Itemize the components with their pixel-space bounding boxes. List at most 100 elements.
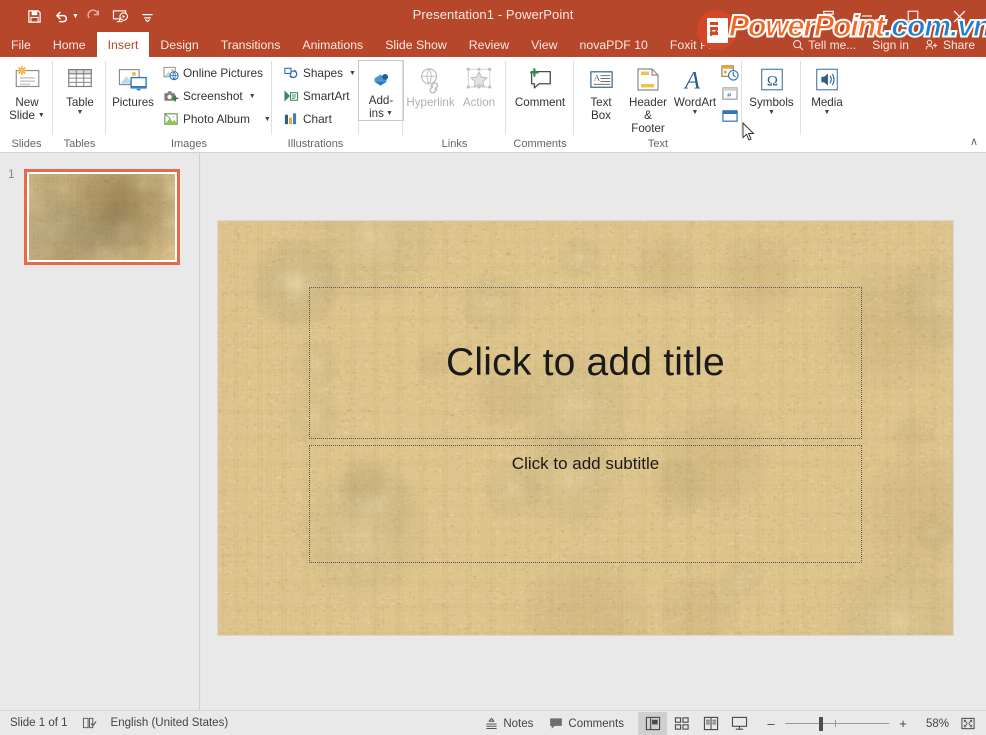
- new-slide-label-line1: New: [15, 96, 38, 109]
- text-box-icon: A: [588, 62, 615, 94]
- fit-slide-icon[interactable]: [956, 714, 980, 734]
- photo-album-caret-icon[interactable]: ▼: [264, 116, 271, 123]
- pictures-button[interactable]: Pictures: [110, 60, 156, 109]
- table-caret-icon[interactable]: ▼: [77, 109, 84, 116]
- comment-button[interactable]: Comment: [510, 60, 570, 109]
- thumbnail-item[interactable]: 1: [0, 165, 200, 265]
- tab-review[interactable]: Review: [458, 32, 520, 57]
- tab-view[interactable]: View: [520, 32, 568, 57]
- ribbon: New Slide ▼ Slides: [0, 57, 986, 153]
- object-icon: [721, 108, 739, 127]
- reading-view-button[interactable]: [696, 712, 725, 735]
- text-micro-commands: #: [719, 60, 741, 128]
- illustrations-commands: Shapes ▼ SmartArt: [278, 60, 360, 130]
- language-label[interactable]: English (United States): [111, 717, 229, 729]
- add-ins-button[interactable]: Add- ins ▼: [358, 60, 404, 121]
- action-icon: [465, 62, 493, 94]
- media-button[interactable]: Media ▼: [804, 60, 850, 116]
- wordart-label: WordArt: [674, 96, 716, 109]
- slide-editing-area[interactable]: Click to add title Click to add subtitle: [201, 153, 986, 710]
- slide-canvas[interactable]: Click to add title Click to add subtitle: [218, 221, 953, 635]
- slide-number-button[interactable]: #: [719, 85, 741, 106]
- screenshot-button[interactable]: Screenshot ▼: [158, 85, 275, 107]
- table-icon: [65, 62, 95, 94]
- tab-home[interactable]: Home: [42, 32, 97, 57]
- title-placeholder[interactable]: Click to add title: [309, 287, 862, 439]
- images-small-commands: Online Pictures Screenshot ▼: [158, 60, 275, 130]
- tab-transitions[interactable]: Transitions: [210, 32, 292, 57]
- object-button[interactable]: [719, 107, 741, 128]
- text-box-button[interactable]: A Text Box: [578, 60, 624, 122]
- minimize-button[interactable]: [844, 1, 890, 31]
- slide-thumbnail-pane[interactable]: 1: [0, 153, 200, 710]
- notes-button[interactable]: Notes: [477, 711, 541, 735]
- ribbon-group-slides: New Slide ▼ Slides: [0, 57, 53, 153]
- maximize-button[interactable]: [890, 1, 936, 31]
- spellcheck-icon[interactable]: [82, 716, 97, 730]
- wordart-button[interactable]: A WordArt ▼: [672, 60, 718, 116]
- slide-count-label[interactable]: Slide 1 of 1: [10, 717, 68, 729]
- new-slide-caret-icon[interactable]: ▼: [38, 112, 45, 119]
- tab-slide-show[interactable]: Slide Show: [374, 32, 458, 57]
- add-ins-label-line1: Add-: [369, 94, 394, 107]
- ribbon-group-media: Media ▼: [801, 57, 853, 153]
- add-ins-caret-icon[interactable]: ▼: [386, 110, 393, 117]
- group-label-text: Text: [574, 137, 742, 153]
- online-pictures-label: Online Pictures: [183, 66, 263, 80]
- status-bar: Slide 1 of 1 English (United States) Not…: [0, 710, 986, 735]
- wordart-icon: A: [682, 62, 709, 94]
- ribbon-display-options-icon[interactable]: [816, 5, 840, 27]
- text-box-label-line2: Box: [591, 109, 611, 122]
- group-label-links: Links: [403, 137, 506, 153]
- normal-view-button[interactable]: [638, 712, 667, 735]
- shapes-caret-icon[interactable]: ▼: [349, 70, 356, 77]
- table-button[interactable]: Table ▼: [57, 60, 103, 116]
- wordart-caret-icon[interactable]: ▼: [692, 109, 699, 116]
- add-ins-label-line2: ins: [369, 107, 384, 120]
- slide-sorter-view-button[interactable]: [667, 712, 696, 735]
- share-button[interactable]: Share: [918, 38, 982, 52]
- share-label: Share: [943, 38, 975, 52]
- group-label-illustrations: Illustrations: [272, 137, 359, 153]
- subtitle-placeholder[interactable]: Click to add subtitle: [309, 445, 862, 563]
- zoom-level-label[interactable]: 58%: [917, 718, 949, 730]
- screenshot-caret-icon[interactable]: ▼: [249, 93, 256, 100]
- tab-animations[interactable]: Animations: [291, 32, 374, 57]
- slideshow-view-button[interactable]: [725, 712, 754, 735]
- tell-me-box[interactable]: Tell me...: [785, 38, 863, 52]
- date-time-button[interactable]: [719, 63, 741, 84]
- symbols-caret-icon[interactable]: ▼: [768, 109, 775, 116]
- new-slide-button[interactable]: New Slide ▼: [4, 60, 50, 122]
- status-left: Slide 1 of 1 English (United States): [0, 716, 228, 730]
- sign-in-button[interactable]: Sign in: [865, 38, 916, 52]
- chart-button[interactable]: Chart: [278, 108, 360, 130]
- smartart-button[interactable]: SmartArt: [278, 85, 360, 107]
- tab-file[interactable]: File: [0, 32, 42, 57]
- zoom-slider-thumb[interactable]: [819, 717, 823, 731]
- shapes-button[interactable]: Shapes ▼: [278, 62, 360, 84]
- ribbon-group-illustrations: Shapes ▼ SmartArt: [272, 57, 359, 153]
- tab-insert[interactable]: Insert: [97, 32, 150, 57]
- photo-album-button[interactable]: Photo Album ▼: [158, 108, 275, 130]
- tab-design[interactable]: Design: [149, 32, 209, 57]
- pictures-label: Pictures: [112, 96, 154, 109]
- online-pictures-button[interactable]: Online Pictures: [158, 62, 275, 84]
- thumbnail-frame[interactable]: [24, 169, 180, 265]
- collapse-ribbon-button[interactable]: ∧: [970, 135, 978, 148]
- symbols-button[interactable]: Ω Symbols ▼: [746, 60, 797, 116]
- comments-button[interactable]: Comments: [541, 711, 632, 735]
- pictures-icon: [117, 62, 149, 94]
- zoom-in-button[interactable]: +: [896, 716, 910, 731]
- group-label-images: Images: [106, 137, 272, 153]
- subtitle-placeholder-text: Click to add subtitle: [512, 454, 659, 474]
- zoom-out-button[interactable]: –: [764, 716, 778, 731]
- online-pictures-icon: [162, 65, 179, 82]
- hyperlink-label: Hyperlink: [406, 96, 454, 109]
- tab-novapdf[interactable]: novaPDF 10: [569, 32, 659, 57]
- tab-foxit-pdf[interactable]: Foxit PDF: [659, 32, 736, 57]
- header-footer-button[interactable]: Header & Footer: [625, 60, 671, 135]
- close-button[interactable]: [936, 1, 982, 31]
- media-caret-icon[interactable]: ▼: [824, 109, 831, 116]
- ribbon-group-tables: Table ▼ Tables: [53, 57, 106, 153]
- zoom-slider[interactable]: [785, 716, 889, 732]
